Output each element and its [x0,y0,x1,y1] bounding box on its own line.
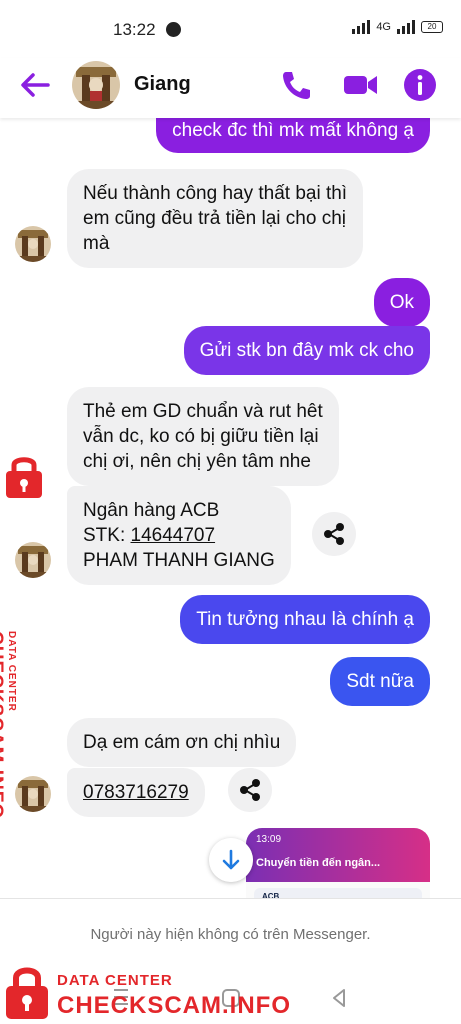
bank-name: Ngân hàng ACB [83,500,220,521]
message-incoming[interactable]: Thẻ em GD chuẩn và rut hêt vẫn dc, ko có… [67,387,339,486]
video-call-icon[interactable] [341,66,379,104]
status-right: 4G 20 [352,20,443,34]
message-line: Thẻ em GD chuẩn và rut hêt [83,401,323,422]
image-time: 13:09 [256,834,282,845]
status-bar: 13:22 4G 20 [0,0,461,58]
battery-icon: 20 [421,21,443,33]
signal-icon [352,20,371,34]
message-outgoing[interactable]: Gửi stk bn đây mk ck cho [183,326,430,375]
status-time: 13:22 [113,20,156,39]
account-number-link[interactable]: 14644707 [131,525,216,546]
message-outgoing[interactable]: Ok [373,278,430,327]
conversation[interactable]: check đc thì mk mất không ạ Nếu thành cô… [0,118,461,898]
signal-icon-2 [397,20,415,34]
back-arrow-icon[interactable] [18,68,52,102]
message-line: mà [83,233,110,254]
message-incoming-bank-info[interactable]: Ngân hàng ACB STK: 14644707 PHAM THANH G… [67,486,291,585]
image-attachment[interactable]: 13:09 Chuyển tiền đến ngân... ACB [246,828,430,898]
image-title: Chuyển tiền đến ngân... [256,857,381,869]
phone-call-icon[interactable] [277,66,315,104]
watermark-line2: CHECKSCAM.INFO [57,992,291,1019]
message-incoming[interactable]: Nếu thành công hay thất bại thì em cũng … [67,169,364,268]
image-header: 13:09 Chuyển tiền đến ngân... [246,828,430,882]
message-line: em cũng đều trả tiền lại cho chị [83,208,346,229]
chat-header: Giang [0,58,461,118]
message-line: vẫn dc, ko có bị giữu tiền lại [83,426,319,447]
account-number-line: STK: 14644707 [83,523,275,548]
share-icon[interactable] [228,768,272,812]
share-icon[interactable] [312,512,356,556]
watermark-bottom: DATA CENTER CHECKSCAM.INFO [0,960,300,1024]
message-incoming[interactable]: Dạ em cám ơn chị nhìu [67,718,297,767]
messenger-notification-icon [166,22,181,37]
back-nav-icon[interactable] [325,984,353,1012]
watermark-line2: CHECKSCAM.INFO [0,631,6,820]
contact-avatar-small[interactable] [15,776,51,812]
message-outgoing[interactable]: Sdt nữa [330,657,430,706]
network-type: 4G [376,21,391,33]
message-incoming-phone[interactable]: 0783716279 [67,768,205,817]
stk-label: STK: [83,525,131,546]
message-outgoing[interactable]: check đc thì mk mất không ạ [156,118,430,153]
phone-number-link[interactable]: 0783716279 [83,782,189,803]
contact-avatar-small[interactable] [15,226,51,262]
contact-avatar[interactable] [72,61,120,109]
scroll-down-button[interactable] [209,838,253,882]
message-line: Nếu thành công hay thất bại thì [83,183,348,204]
watermark-side: DATA CENTER CHECKSCAM.INFO [0,452,60,819]
info-icon[interactable] [401,66,439,104]
contact-name[interactable]: Giang [134,73,191,96]
watermark-line1: DATA CENTER [6,631,17,712]
image-bank-card: ACB [254,888,422,898]
watermark-line1: DATA CENTER [57,972,173,989]
account-holder: PHAM THANH GIANG [83,550,275,571]
message-line: chị ơi, nên chị yên tâm nhe [83,451,311,472]
lock-logo-icon [6,967,48,1019]
message-outgoing[interactable]: Tin tưởng nhau là chính ạ [180,595,430,644]
watermark-side-text: DATA CENTER CHECKSCAM.INFO [0,587,17,819]
lock-logo-icon [6,457,42,498]
